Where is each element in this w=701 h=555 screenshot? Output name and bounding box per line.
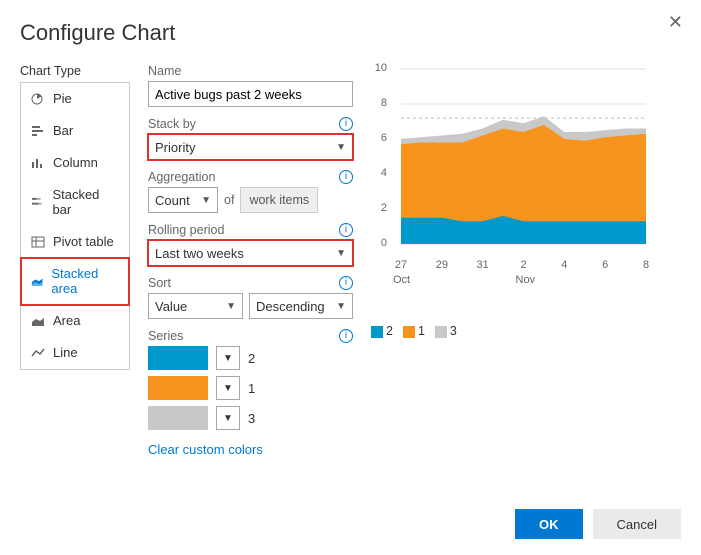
- sort-label: Sort: [148, 276, 171, 290]
- chart-type-pie[interactable]: Pie: [21, 83, 129, 115]
- stackby-value: Priority: [155, 140, 195, 155]
- info-icon[interactable]: i: [339, 117, 353, 131]
- rolling-label: Rolling period: [148, 223, 224, 237]
- series-row: ▼2: [148, 346, 353, 370]
- chart-type-column[interactable]: Column: [21, 147, 129, 179]
- chart-type-label: Column: [53, 155, 98, 170]
- chart-type-label: Chart Type: [20, 64, 130, 78]
- name-input[interactable]: [148, 81, 353, 107]
- sort-field-select[interactable]: Value ▼: [148, 293, 243, 319]
- legend-item: 1: [403, 324, 425, 338]
- series-color-picker[interactable]: ▼: [216, 376, 240, 400]
- stackedarea-icon: [31, 275, 43, 287]
- info-icon[interactable]: i: [339, 329, 353, 343]
- x-tick-label: 2: [511, 259, 537, 271]
- legend-item: 2: [371, 324, 393, 338]
- chart-type-pivot[interactable]: Pivot table: [21, 226, 129, 258]
- chart-type-label: Area: [53, 313, 80, 328]
- legend-swatch: [371, 326, 383, 338]
- close-icon[interactable]: ✕: [668, 12, 683, 33]
- pivot-icon: [31, 236, 45, 248]
- chart-type-line[interactable]: Line: [21, 337, 129, 369]
- chart-legend: 213: [371, 324, 681, 338]
- series-color-swatch[interactable]: [148, 376, 208, 400]
- series-color-swatch[interactable]: [148, 406, 208, 430]
- clear-colors-link[interactable]: Clear custom colors: [148, 442, 263, 457]
- series-color-picker[interactable]: ▼: [216, 346, 240, 370]
- x-month-label: Oct: [393, 274, 410, 286]
- cancel-button[interactable]: Cancel: [593, 509, 681, 539]
- dialog-title: Configure Chart: [20, 20, 681, 46]
- chart-type-stackedarea[interactable]: Stacked area: [21, 258, 129, 305]
- series-row: ▼1: [148, 376, 353, 400]
- chart-type-list: Pie Bar Column Stacked bar Pivot table Stacke…: [20, 82, 130, 370]
- chart-type-bar[interactable]: Bar: [21, 115, 129, 147]
- sort-dir-select[interactable]: Descending ▼: [249, 293, 353, 319]
- chart-type-label: Stacked bar: [52, 187, 119, 217]
- ok-button[interactable]: OK: [515, 509, 583, 539]
- chart-preview: 0246810 2729312468OctNov: [371, 64, 651, 284]
- area-icon: [31, 315, 45, 327]
- stackby-label: Stack by: [148, 117, 196, 131]
- sort-field-value: Value: [155, 299, 187, 314]
- chevron-down-icon: ▼: [336, 301, 346, 312]
- series-label: Series: [148, 329, 183, 343]
- chevron-down-icon: ▼: [336, 142, 346, 153]
- chart-type-label: Line: [53, 345, 78, 360]
- legend-item: 3: [435, 324, 457, 338]
- pie-icon: [31, 93, 45, 105]
- chart-type-label: Stacked area: [51, 266, 119, 296]
- info-icon[interactable]: i: [339, 223, 353, 237]
- column-icon: [31, 157, 45, 169]
- series-label: 3: [248, 411, 255, 426]
- chevron-down-icon: ▼: [201, 195, 211, 206]
- rolling-select[interactable]: Last two weeks ▼: [148, 240, 353, 266]
- y-tick-label: 10: [371, 62, 387, 74]
- legend-swatch: [403, 326, 415, 338]
- y-tick-label: 2: [371, 202, 387, 214]
- stackedbar-icon: [31, 196, 44, 208]
- chart-type-label: Pie: [53, 91, 72, 106]
- of-readonly: work items: [240, 187, 318, 213]
- sort-dir-value: Descending: [256, 299, 325, 314]
- rolling-value: Last two weeks: [155, 246, 244, 261]
- y-tick-label: 6: [371, 132, 387, 144]
- y-tick-label: 0: [371, 237, 387, 249]
- stackby-select[interactable]: Priority ▼: [148, 134, 353, 160]
- chevron-down-icon: ▼: [226, 301, 236, 312]
- line-icon: [31, 347, 45, 359]
- x-tick-label: 27: [388, 259, 414, 271]
- series-row: ▼3: [148, 406, 353, 430]
- y-tick-label: 4: [371, 167, 387, 179]
- aggregation-label: Aggregation: [148, 170, 215, 184]
- info-icon[interactable]: i: [339, 276, 353, 290]
- aggregation-select[interactable]: Count ▼: [148, 187, 218, 213]
- name-label: Name: [148, 64, 181, 78]
- chart-type-label: Bar: [53, 123, 73, 138]
- chart-type-stackedbar[interactable]: Stacked bar: [21, 179, 129, 226]
- info-icon[interactable]: i: [339, 170, 353, 184]
- legend-swatch: [435, 326, 447, 338]
- series-label: 1: [248, 381, 255, 396]
- aggregation-value: Count: [155, 193, 190, 208]
- chart-type-area[interactable]: Area: [21, 305, 129, 337]
- chart-type-label: Pivot table: [53, 234, 114, 249]
- series-color-picker[interactable]: ▼: [216, 406, 240, 430]
- bar-icon: [31, 125, 45, 137]
- series-label: 2: [248, 351, 255, 366]
- x-tick-label: 8: [633, 259, 659, 271]
- of-label: of: [224, 193, 234, 207]
- x-month-label: Nov: [516, 274, 536, 286]
- x-tick-label: 31: [470, 259, 496, 271]
- x-tick-label: 6: [592, 259, 618, 271]
- x-tick-label: 4: [551, 259, 577, 271]
- chevron-down-icon: ▼: [336, 248, 346, 259]
- x-tick-label: 29: [429, 259, 455, 271]
- y-tick-label: 8: [371, 97, 387, 109]
- series-color-swatch[interactable]: [148, 346, 208, 370]
